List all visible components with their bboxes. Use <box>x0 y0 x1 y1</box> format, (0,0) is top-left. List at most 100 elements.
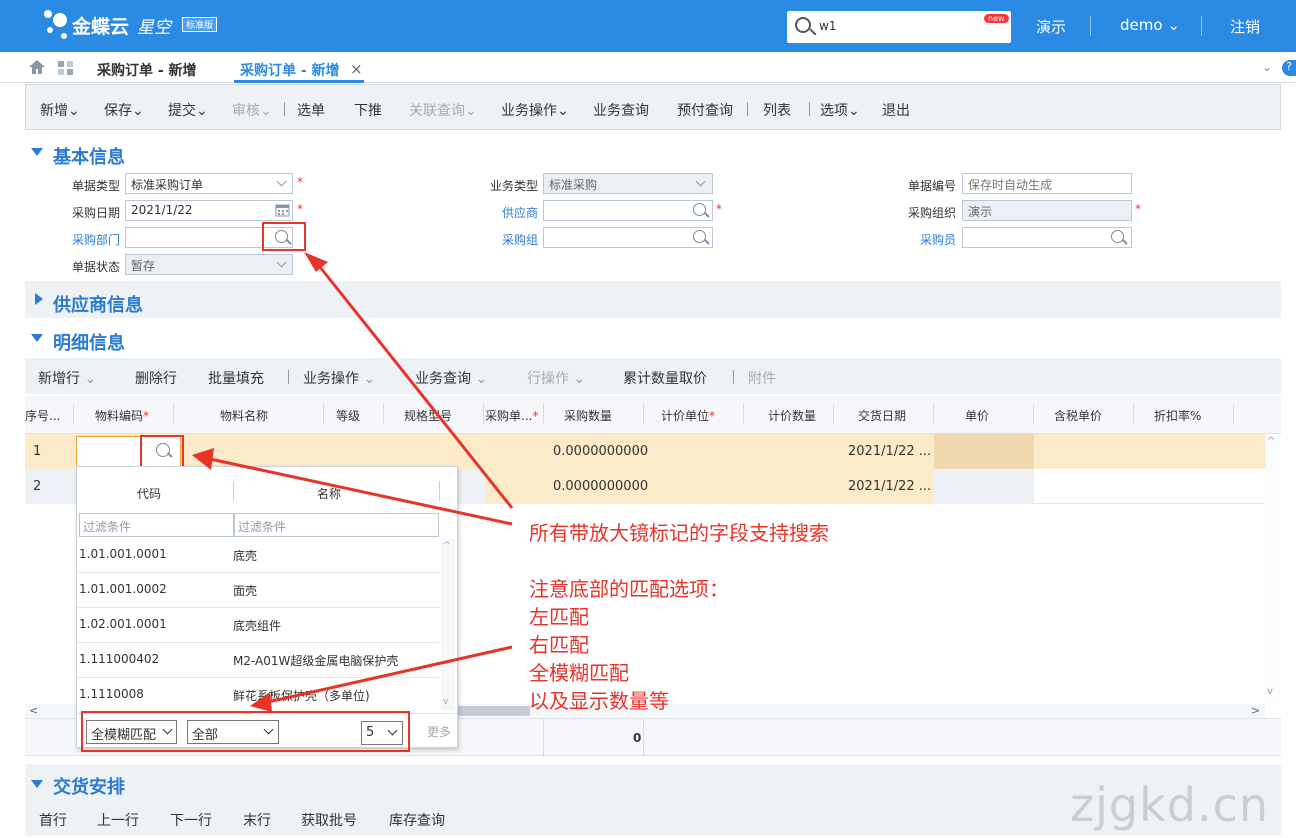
scroll-up-icon[interactable]: ^ <box>443 541 451 551</box>
submit-button[interactable]: 提交⌄ <box>168 100 208 120</box>
section-supplier-info[interactable]: 供应商信息 <box>53 291 143 317</box>
buyer-input[interactable] <box>962 227 1132 248</box>
apps-icon[interactable] <box>57 60 74 76</box>
col-material-code[interactable]: 物料编码* <box>95 407 149 424</box>
table-row[interactable]: 1 0.0000000000 2021/1/22 ... <box>25 434 1265 469</box>
options-button[interactable]: 选项⌄ <box>820 100 860 120</box>
scroll-up-icon[interactable]: ^ <box>1267 436 1275 447</box>
section-detail-info[interactable]: 明细信息 <box>53 329 125 355</box>
purchase-qty-cell[interactable]: 0.0000000000 <box>553 479 648 494</box>
prev-row-button[interactable]: 上一行 <box>97 810 139 830</box>
section-basic-info[interactable]: 基本信息 <box>53 143 125 169</box>
stock-query-button[interactable]: 库存查询 <box>389 810 445 830</box>
search-icon[interactable] <box>693 230 706 243</box>
close-tab-icon[interactable]: × <box>350 60 363 78</box>
lookup-item-name[interactable]: 面壳 <box>233 582 257 599</box>
col-seq[interactable]: 序号... <box>25 407 60 424</box>
business-operation-button[interactable]: 业务操作⌄ <box>501 100 569 120</box>
col-grade[interactable]: 等级 <box>336 407 360 424</box>
search-icon[interactable] <box>1111 230 1124 243</box>
col-material-name[interactable]: 物料名称 <box>220 407 268 424</box>
purchase-group-input[interactable] <box>543 227 713 248</box>
collapse-icon[interactable] <box>31 148 43 156</box>
scrollbar-thumb[interactable] <box>455 706 530 716</box>
purchase-unit-cell[interactable] <box>460 434 520 469</box>
audit-button[interactable]: 审核⌄ <box>232 100 272 120</box>
global-search-input[interactable]: w1 new <box>787 11 1011 43</box>
exit-button[interactable]: 退出 <box>882 100 910 120</box>
next-row-button[interactable]: 下一行 <box>170 810 212 830</box>
lookup-item-name[interactable]: 底壳组件 <box>233 617 281 634</box>
home-icon[interactable] <box>28 59 46 75</box>
expand-icon[interactable] <box>35 293 43 305</box>
section-delivery[interactable]: 交货安排 <box>53 773 125 799</box>
calendar-icon[interactable] <box>275 203 290 217</box>
collapse-icon[interactable] <box>31 780 43 788</box>
search-icon[interactable] <box>693 203 706 216</box>
col-discount[interactable]: 折扣率% <box>1154 407 1201 424</box>
price-cell[interactable] <box>934 469 1034 504</box>
collapse-icon[interactable] <box>31 334 43 342</box>
grid-business-operation-button[interactable]: 业务操作 ⌄ <box>303 368 375 388</box>
dept-label[interactable]: 采购部门 <box>60 231 120 248</box>
delivery-date-cell[interactable]: 2021/1/22 ... <box>848 479 931 494</box>
delete-row-button[interactable]: 删除行 <box>135 368 177 388</box>
lookup-col-name[interactable]: 名称 <box>317 485 341 502</box>
doc-no-input[interactable]: 保存时自动生成 <box>962 173 1132 194</box>
purchase-qty-cell[interactable]: 0.0000000000 <box>553 444 648 459</box>
list-button[interactable]: 列表 <box>763 100 791 120</box>
col-price[interactable]: 单价 <box>965 407 989 424</box>
tab-overflow-icon[interactable]: ⌄ <box>1262 60 1272 74</box>
lookup-item-name[interactable]: 底壳 <box>233 547 257 564</box>
lookup-item-name[interactable]: 鲜花系板保护壳（多单位) <box>233 687 370 704</box>
lookup-item-code[interactable]: 1.01.001.0002 <box>79 582 167 596</box>
add-row-button[interactable]: 新增行 ⌄ <box>38 368 96 388</box>
business-query-button[interactable]: 业务查询 <box>593 100 649 120</box>
first-row-button[interactable]: 首行 <box>39 810 67 830</box>
save-button[interactable]: 保存⌄ <box>104 100 144 120</box>
purchase-org-input[interactable]: 演示 <box>962 200 1132 221</box>
col-purchase-unit[interactable]: 采购单...* <box>485 407 538 424</box>
search-icon[interactable] <box>795 17 811 33</box>
user-menu[interactable]: demo ⌄ <box>1120 16 1180 34</box>
more-button[interactable]: 更多 <box>427 723 451 740</box>
row-operation-button[interactable]: 行操作 ⌄ <box>527 368 585 388</box>
col-tax-price[interactable]: 含税单价 <box>1054 407 1102 424</box>
grid-vertical-scrollbar[interactable]: ^ v <box>1265 434 1280 704</box>
purchase-date-input[interactable]: 2021/1/22 <box>125 200 293 221</box>
last-row-button[interactable]: 末行 <box>243 810 271 830</box>
code-filter-input[interactable]: 过滤条件 <box>79 513 234 537</box>
org-switch[interactable]: 演示 <box>1036 16 1066 37</box>
col-purchase-qty[interactable]: 采购数量 <box>564 407 612 424</box>
prepay-query-button[interactable]: 预付查询 <box>677 100 733 120</box>
lookup-col-code[interactable]: 代码 <box>137 485 161 502</box>
doc-type-select[interactable]: 标准采购订单 <box>125 173 293 194</box>
new-button[interactable]: 新增⌄ <box>40 100 80 120</box>
scroll-right-icon[interactable]: > <box>1251 704 1260 717</box>
supplier-label[interactable]: 供应商 <box>478 204 538 221</box>
group-label[interactable]: 采购组 <box>478 231 538 248</box>
get-batch-button[interactable]: 获取批号 <box>301 810 357 830</box>
biz-type-select[interactable]: 标准采购 <box>543 173 713 194</box>
lookup-item-code[interactable]: 1.1110008 <box>79 687 144 701</box>
scroll-down-icon[interactable]: v <box>1267 686 1273 697</box>
related-query-button[interactable]: 关联查询⌄ <box>409 100 477 120</box>
col-pricing-unit[interactable]: 计价单位* <box>661 407 715 424</box>
push-down-button[interactable]: 下推 <box>354 100 382 120</box>
batch-fill-button[interactable]: 批量填充 <box>208 368 264 388</box>
price-cell[interactable] <box>934 434 1034 469</box>
lookup-item-code[interactable]: 1.02.001.0001 <box>79 617 167 631</box>
material-lookup-dropdown[interactable]: 代码 名称 过滤条件 过滤条件 1.01.001.0001 底壳 1.01.00… <box>76 466 458 748</box>
lookup-item-code[interactable]: 1.01.001.0001 <box>79 547 167 561</box>
tab-purchase-order-1[interactable]: 采购订单 - 新增 <box>97 60 197 80</box>
col-pricing-qty[interactable]: 计价数量 <box>768 407 816 424</box>
tab-purchase-order-2[interactable]: 采购订单 - 新增 <box>240 60 340 80</box>
select-bill-button[interactable]: 选单 <box>297 100 325 120</box>
cumulative-price-button[interactable]: 累计数量取价 <box>623 368 707 388</box>
lookup-item-name[interactable]: M2-A01W超级金属电脑保护壳 <box>233 652 398 669</box>
logout-link[interactable]: 注销 <box>1230 16 1260 37</box>
help-icon[interactable]: ? <box>1282 60 1296 76</box>
buyer-label[interactable]: 采购员 <box>896 231 956 248</box>
col-delivery-date[interactable]: 交货日期 <box>858 407 906 424</box>
name-filter-input[interactable]: 过滤条件 <box>234 513 439 537</box>
